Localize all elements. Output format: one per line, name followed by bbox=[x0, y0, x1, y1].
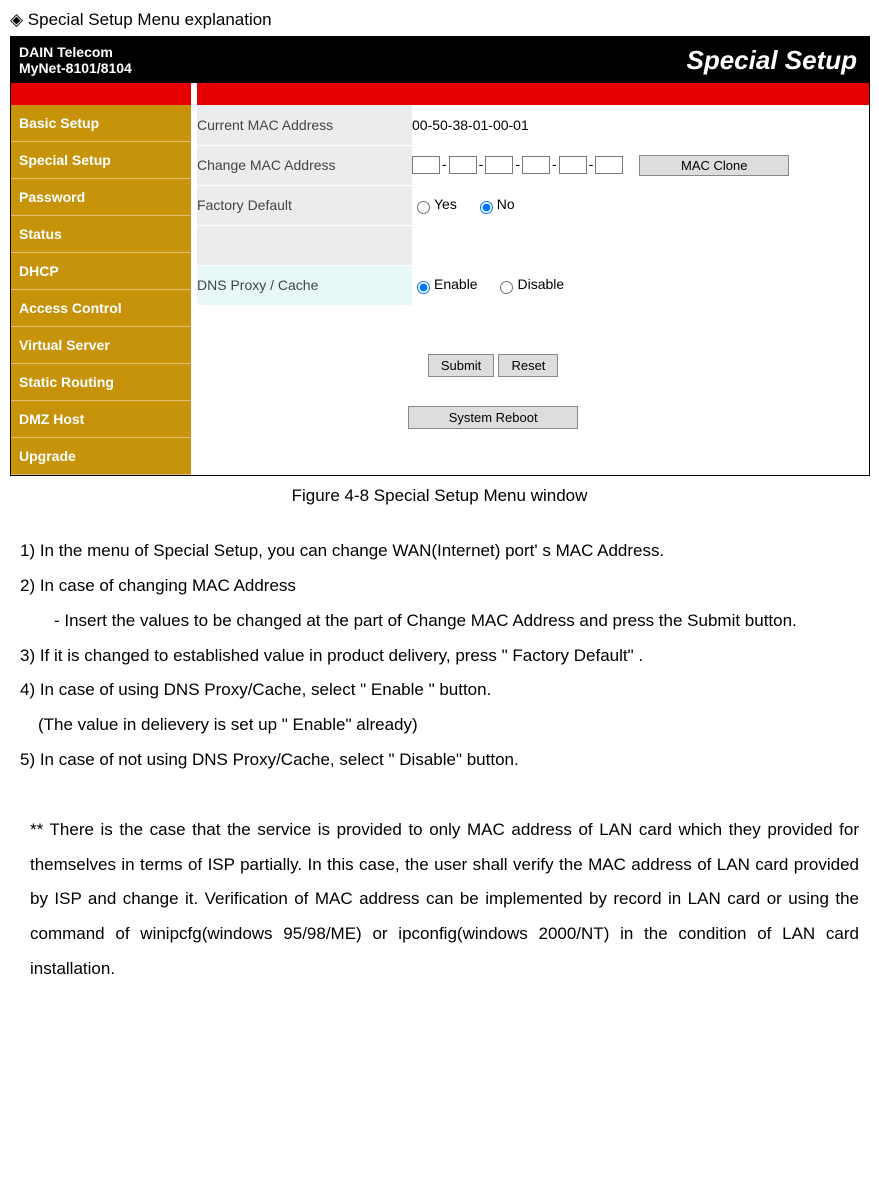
step-4: 4) In case of using DNS Proxy/Cache, sel… bbox=[20, 673, 859, 708]
nav-special-setup[interactable]: Special Setup bbox=[11, 142, 191, 179]
red-divider bbox=[11, 83, 869, 105]
header-bar: DAIN Telecom MyNet-8101/8104 Special Set… bbox=[11, 37, 869, 83]
factory-yes-radio[interactable] bbox=[417, 201, 430, 214]
label-blank bbox=[197, 225, 412, 265]
step-4-note: (The value in delievery is set up " Enab… bbox=[20, 708, 859, 743]
nav-access-control[interactable]: Access Control bbox=[11, 290, 191, 327]
brand-line1: DAIN Telecom bbox=[19, 44, 113, 60]
mac-octet-1[interactable] bbox=[412, 156, 440, 174]
nav-virtual-server[interactable]: Virtual Server bbox=[11, 327, 191, 364]
step-2: 2) In case of changing MAC Address bbox=[20, 569, 859, 604]
nav-password[interactable]: Password bbox=[11, 179, 191, 216]
system-reboot-button[interactable]: System Reboot bbox=[408, 406, 578, 429]
mac-clone-button[interactable]: MAC Clone bbox=[639, 155, 789, 176]
factory-no-label[interactable]: No bbox=[475, 196, 515, 212]
content-panel: Current MAC Address 00-50-38-01-00-01 Ch… bbox=[191, 105, 869, 475]
reset-button[interactable]: Reset bbox=[498, 354, 558, 377]
explanation-text: 1) In the menu of Special Setup, you can… bbox=[10, 534, 869, 987]
nav-dmz-host[interactable]: DMZ Host bbox=[11, 401, 191, 438]
step-1: 1) In the menu of Special Setup, you can… bbox=[20, 534, 859, 569]
step-2-detail: - Insert the values to be changed at the… bbox=[20, 604, 859, 639]
factory-no-radio[interactable] bbox=[480, 201, 493, 214]
submit-button[interactable]: Submit bbox=[428, 354, 494, 377]
nav-dhcp[interactable]: DHCP bbox=[11, 253, 191, 290]
mac-octet-6[interactable] bbox=[595, 156, 623, 174]
doc-heading: ◈ Special Setup Menu explanation bbox=[10, 10, 869, 30]
brand-line2: MyNet-8101/8104 bbox=[19, 60, 132, 76]
factory-yes-label[interactable]: Yes bbox=[412, 196, 457, 212]
page-title: Special Setup bbox=[687, 45, 862, 76]
factory-yes-text: Yes bbox=[434, 196, 457, 212]
change-mac-row: ----- MAC Clone bbox=[412, 145, 789, 185]
dns-disable-text: Disable bbox=[517, 276, 564, 292]
nav-basic-setup[interactable]: Basic Setup bbox=[11, 105, 191, 142]
mac-octet-2[interactable] bbox=[449, 156, 477, 174]
brand-block: DAIN Telecom MyNet-8101/8104 bbox=[19, 44, 132, 76]
dns-enable-radio[interactable] bbox=[417, 281, 430, 294]
dns-disable-radio[interactable] bbox=[500, 281, 513, 294]
dns-enable-text: Enable bbox=[434, 276, 478, 292]
step-3: 3) If it is changed to established value… bbox=[20, 639, 859, 674]
label-change-mac: Change MAC Address bbox=[197, 145, 412, 185]
sidebar-nav: Basic Setup Special Setup Password Statu… bbox=[11, 105, 191, 475]
step-5: 5) In case of not using DNS Proxy/Cache,… bbox=[20, 743, 859, 778]
figure-caption: Figure 4-8 Special Setup Menu window bbox=[10, 486, 869, 506]
footnote: ** There is the case that the service is… bbox=[20, 813, 859, 987]
label-current-mac: Current MAC Address bbox=[197, 105, 412, 145]
factory-default-row: Yes No bbox=[412, 185, 789, 225]
mac-octet-4[interactable] bbox=[522, 156, 550, 174]
nav-static-routing[interactable]: Static Routing bbox=[11, 364, 191, 401]
mac-octet-3[interactable] bbox=[485, 156, 513, 174]
label-dns-proxy: DNS Proxy / Cache bbox=[197, 265, 412, 305]
factory-no-text: No bbox=[497, 196, 515, 212]
nav-status[interactable]: Status bbox=[11, 216, 191, 253]
dns-proxy-row: Enable Disable bbox=[412, 265, 789, 305]
nav-upgrade[interactable]: Upgrade bbox=[11, 438, 191, 475]
dns-enable-label[interactable]: Enable bbox=[412, 276, 478, 292]
label-factory-default: Factory Default bbox=[197, 185, 412, 225]
dns-disable-label[interactable]: Disable bbox=[495, 276, 564, 292]
router-admin-ui: DAIN Telecom MyNet-8101/8104 Special Set… bbox=[10, 36, 870, 476]
mac-octet-5[interactable] bbox=[559, 156, 587, 174]
value-current-mac: 00-50-38-01-00-01 bbox=[412, 105, 789, 145]
